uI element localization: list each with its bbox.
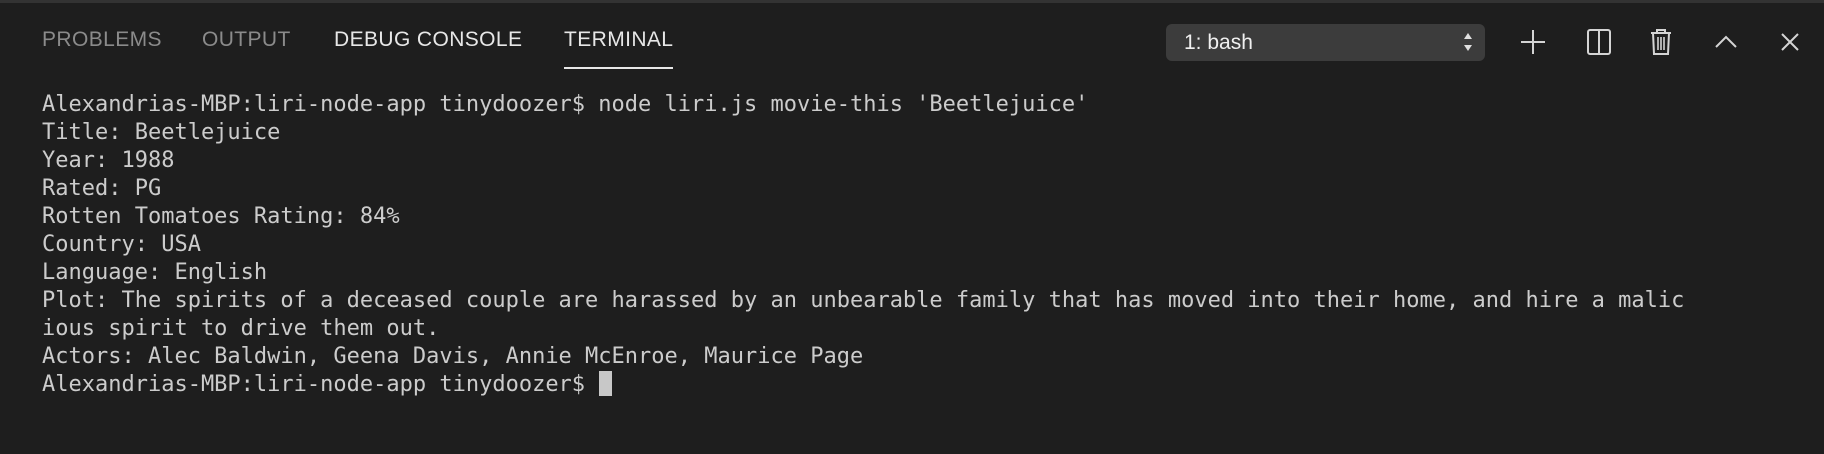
new-terminal-button[interactable] [1516, 25, 1550, 59]
close-panel-button[interactable] [1773, 25, 1807, 59]
terminal-line: Plot: The spirits of a deceased couple a… [42, 288, 1685, 313]
terminal-prompt-line[interactable]: Alexandrias-MBP:liri-node-app tinydoozer… [42, 371, 1802, 399]
tab-output[interactable]: OUTPUT [202, 28, 291, 52]
terminal-line: Language: English [42, 260, 268, 285]
plus-icon [1521, 30, 1545, 54]
terminal-line: ious spirit to drive them out. [42, 316, 440, 341]
terminal-prompt: Alexandrias-MBP:liri-node-app tinydoozer… [42, 372, 599, 397]
split-terminal-button[interactable] [1582, 25, 1616, 59]
terminal-select-value: 1: bash [1184, 31, 1253, 54]
terminal-line: Year: 1988 [42, 148, 175, 173]
kill-terminal-button[interactable] [1644, 25, 1678, 59]
terminal-line: Alexandrias-MBP:liri-node-app tinydoozer… [42, 92, 1089, 117]
terminal-line: Actors: Alec Baldwin, Geena Davis, Annie… [42, 344, 864, 369]
terminal-panel: PROBLEMS OUTPUT DEBUG CONSOLE TERMINAL 1… [0, 0, 1824, 454]
panel-tabbar: PROBLEMS OUTPUT DEBUG CONSOLE TERMINAL 1… [0, 3, 1824, 79]
terminal-select[interactable]: 1: bash [1166, 24, 1485, 61]
terminal-output[interactable]: Alexandrias-MBP:liri-node-app tinydoozer… [42, 91, 1802, 399]
split-icon [1587, 29, 1611, 55]
terminal-line: Rated: PG [42, 176, 162, 201]
tab-debug-console[interactable]: DEBUG CONSOLE [334, 28, 522, 52]
select-arrows-icon [1464, 33, 1472, 51]
trash-icon [1651, 29, 1671, 55]
tab-problems[interactable]: PROBLEMS [42, 28, 162, 52]
maximize-panel-button[interactable] [1709, 25, 1743, 59]
chevron-up-icon [1715, 35, 1737, 48]
terminal-line: Title: Beetlejuice [42, 120, 281, 145]
terminal-line: Rotten Tomatoes Rating: 84% [42, 204, 400, 229]
tab-terminal[interactable]: TERMINAL [564, 28, 674, 69]
terminal-line: Country: USA [42, 232, 201, 257]
terminal-cursor [599, 371, 613, 396]
close-icon [1781, 33, 1799, 51]
